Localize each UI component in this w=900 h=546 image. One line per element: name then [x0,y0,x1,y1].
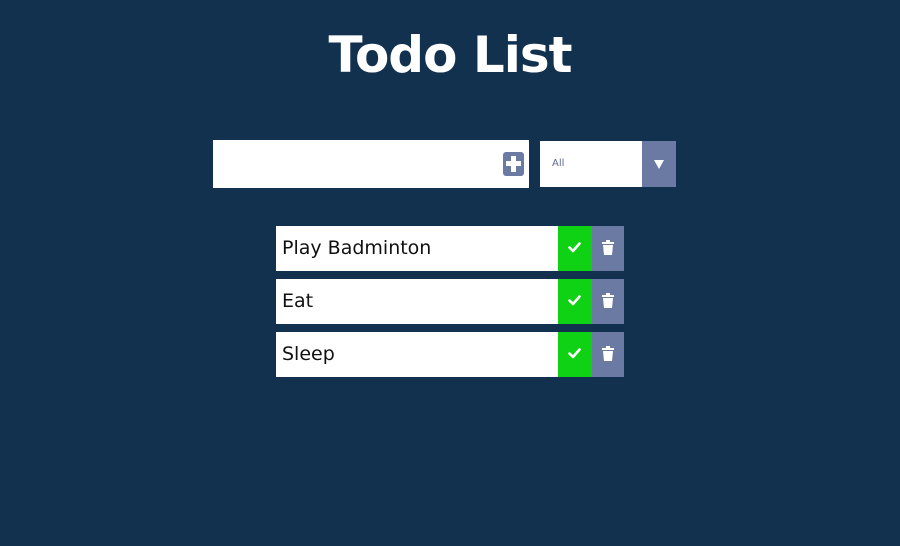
delete-button[interactable] [592,279,624,324]
filter-dropdown-button[interactable] [642,141,676,187]
todo-text: Sleep [282,343,335,365]
check-icon [568,242,581,253]
filter-select[interactable]: All [540,141,676,187]
complete-button[interactable] [558,226,592,271]
todo-input[interactable] [213,140,493,188]
trash-icon [602,346,614,361]
filter-selected-value: All [552,158,565,169]
trash-icon [602,240,614,255]
todo-item: Sleep [276,332,624,377]
todo-item: Play Badminton [276,226,624,271]
delete-button[interactable] [592,332,624,377]
check-icon [568,348,581,359]
complete-button[interactable] [558,332,592,377]
add-todo-button[interactable] [503,152,524,176]
complete-button[interactable] [558,279,592,324]
delete-button[interactable] [592,226,624,271]
todo-list: Play Badminton Eat Sleep [276,226,624,385]
todo-text: Play Badminton [282,237,432,259]
caret-down-icon [654,160,664,169]
trash-icon [602,293,614,308]
check-icon [568,295,581,306]
todo-item: Eat [276,279,624,324]
plus-icon-bar [506,161,521,166]
todo-input-wrapper [213,140,529,188]
todo-form: All [213,140,676,188]
page-title: Todo List [328,26,572,84]
todo-text: Eat [282,290,314,312]
